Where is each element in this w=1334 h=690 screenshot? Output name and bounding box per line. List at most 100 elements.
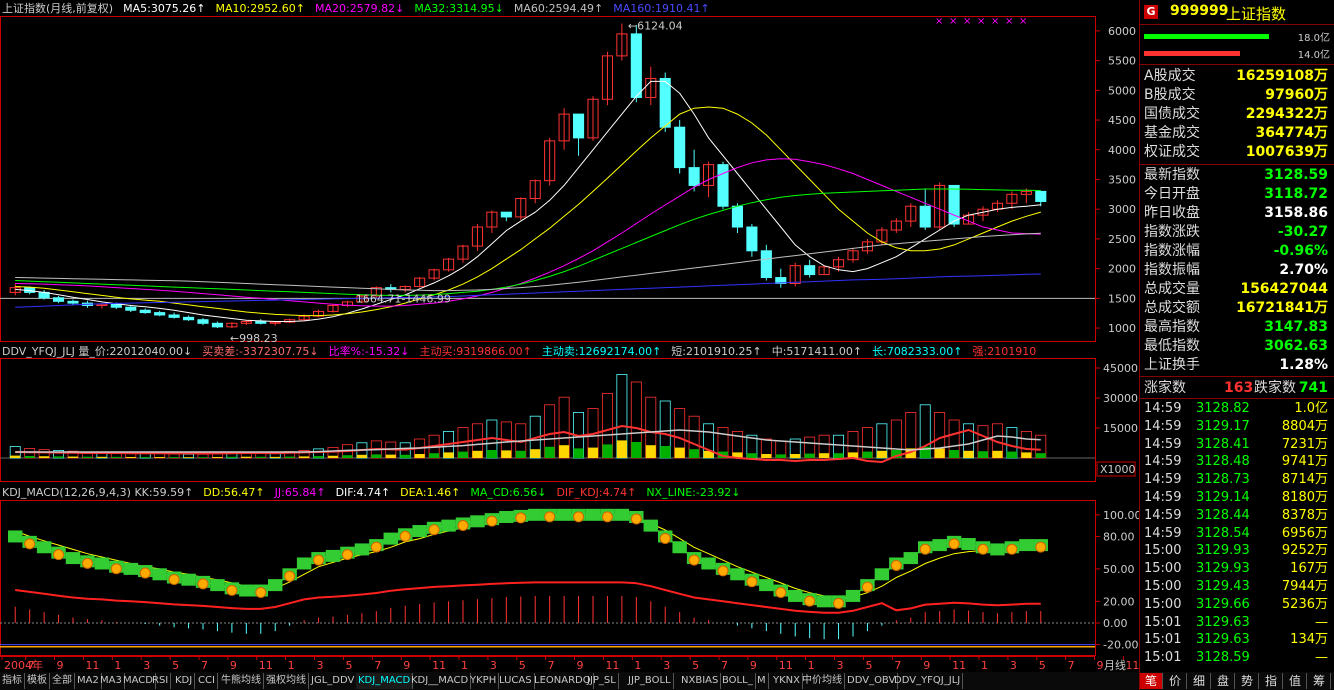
- header-field: DIF:4.74↑: [335, 486, 391, 499]
- time-label: 7: [721, 659, 728, 672]
- kdj-step: [528, 508, 543, 521]
- tab-24[interactable]: DDV_OBV: [845, 673, 899, 689]
- signal-coin: [81, 557, 93, 569]
- volume-bar: [559, 445, 570, 458]
- kdj-step: [296, 557, 312, 570]
- header-field: DEA:1.46↑: [400, 486, 461, 499]
- signal-coin: [255, 587, 267, 599]
- candle-up: [847, 250, 859, 261]
- tick-row[interactable]: 14:59 3128.54 6956万: [1142, 525, 1332, 543]
- signal-coin: [168, 574, 180, 586]
- tab-1[interactable]: 模板: [25, 673, 50, 689]
- turnover-value: 16259108万: [1236, 68, 1328, 84]
- volume-bar: [486, 450, 497, 458]
- stat-row: 总成交额 16721841万: [1142, 299, 1332, 318]
- quote-tab-5[interactable]: 指: [1260, 673, 1283, 689]
- signal-coin: [688, 554, 700, 566]
- tab-21[interactable]: M: [755, 673, 769, 689]
- tab-7[interactable]: KDJ: [173, 673, 196, 689]
- tab-22[interactable]: YKNX: [771, 673, 803, 689]
- quote-tab-4[interactable]: 势: [1236, 673, 1259, 689]
- tick-row[interactable]: 14:59 3128.48 9741万: [1142, 453, 1332, 471]
- signal-coin: [1006, 543, 1018, 555]
- tick-price: 3128.44: [1196, 507, 1250, 523]
- kdj-step: [672, 541, 687, 554]
- axis-tick-label: 15000: [1103, 422, 1138, 435]
- quote-tab-3[interactable]: 盘: [1212, 673, 1235, 689]
- tick-row[interactable]: 15:01 3128.59 —: [1142, 649, 1332, 667]
- tab-23[interactable]: 中价均线: [800, 673, 845, 689]
- advance-label: 涨家数: [1144, 380, 1186, 396]
- kdj-step: [585, 508, 601, 521]
- tab-19[interactable]: NXBIAS: [679, 673, 722, 689]
- stat-row: 最新指数 3128.59: [1142, 166, 1332, 185]
- volume-bar: [342, 455, 353, 458]
- kdj-macd-chart[interactable]: 100.00 80.00 50.00 20.00 0.00 -20.00: [0, 500, 1140, 656]
- quote-tab-2[interactable]: 细: [1188, 673, 1211, 689]
- time-label: 7: [201, 659, 208, 672]
- tick-row[interactable]: 15:01 3129.63 —: [1142, 614, 1332, 632]
- kdj-step: [412, 525, 427, 538]
- tab-20[interactable]: BOLL_: [720, 673, 756, 689]
- time-label: 3: [490, 659, 497, 672]
- quote-tab-1[interactable]: 价: [1164, 673, 1187, 689]
- candle-down: [674, 126, 686, 169]
- stat-value: 156427044: [1240, 281, 1328, 297]
- axis-tick-label: 3500: [1108, 173, 1136, 186]
- tab-14[interactable]: YKPH: [468, 673, 500, 689]
- header-field: 中:5171411.00↑: [771, 345, 863, 358]
- price-chart[interactable]: 6000 5500 5000 4500 4000 3500 3000 2500 2000 1500…: [0, 16, 1140, 342]
- tab-25[interactable]: DDV_YFQJ_JLJ: [892, 673, 964, 689]
- quote-tab-0[interactable]: 笔: [1140, 673, 1163, 689]
- tab-6[interactable]: RSI: [150, 673, 172, 689]
- quote-tab-6[interactable]: 值: [1284, 673, 1307, 689]
- tick-row[interactable]: 15:00 3129.43 7944万: [1142, 578, 1332, 596]
- turnover-row: 国债成交 2294322万: [1142, 105, 1332, 124]
- tab-8[interactable]: CCI: [196, 673, 218, 689]
- tick-time: 14:59: [1144, 472, 1182, 488]
- tab-10[interactable]: 强权均线: [264, 673, 309, 689]
- tab-2[interactable]: 全部: [50, 673, 75, 689]
- tick-price: 3129.14: [1196, 490, 1250, 505]
- tick-row[interactable]: 14:59 3129.14 8180万: [1142, 489, 1332, 507]
- quote-tab-7[interactable]: 筹: [1308, 673, 1331, 689]
- tab-9[interactable]: 牛熊均线: [219, 673, 264, 689]
- candle-down: [573, 113, 585, 139]
- turnover-value: 1007639万: [1245, 144, 1328, 160]
- kk-line: [15, 514, 1041, 602]
- tab-0[interactable]: 指标: [0, 673, 25, 689]
- tick-row[interactable]: 15:00 3129.66 5236万: [1142, 596, 1332, 614]
- tab-11[interactable]: JGL_DDV: [309, 673, 358, 689]
- stat-value: 3062.63: [1264, 338, 1328, 354]
- tick-row[interactable]: 15:01 3129.63 134万: [1142, 631, 1332, 649]
- tab-17[interactable]: JJP_SL: [585, 673, 619, 689]
- tick-row[interactable]: 14:59 3128.73 8714万: [1142, 471, 1332, 489]
- tab-13[interactable]: KDJ__MACD: [409, 673, 472, 689]
- tick-row[interactable]: 14:59 3128.41 7231万: [1142, 436, 1332, 454]
- time-label: 11: [605, 659, 619, 672]
- tick-row[interactable]: 14:59 3128.82 1.0亿: [1142, 400, 1332, 418]
- tab-18[interactable]: JJP_BOLL: [626, 673, 674, 689]
- tick-row[interactable]: 14:59 3129.17 8804万: [1142, 418, 1332, 436]
- signal-coin: [1035, 541, 1047, 553]
- kdj-step: [932, 539, 947, 552]
- volume-bar: [631, 442, 642, 458]
- signal-coin: [775, 587, 787, 599]
- candle-up: [890, 220, 902, 231]
- time-label: 11: [779, 659, 793, 672]
- stat-label: 指数涨幅: [1144, 243, 1200, 259]
- tick-row[interactable]: 15:00 3129.93 167万: [1142, 560, 1332, 578]
- header-field: JJ:65.84↑: [274, 486, 326, 499]
- panel-divider: [1139, 0, 1140, 690]
- tick-row[interactable]: 14:59 3128.44 8378万: [1142, 507, 1332, 525]
- tab-12[interactable]: KDJ_MACD: [356, 673, 414, 689]
- candle-down: [154, 312, 166, 316]
- candle-up: [616, 33, 628, 57]
- tick-volume: 9252万: [1281, 543, 1328, 559]
- volume-bar: [313, 456, 324, 458]
- signal-coin: [284, 570, 296, 582]
- tick-row[interactable]: 15:00 3129.93 9252万: [1142, 542, 1332, 560]
- signal-marker: ×: [977, 16, 985, 27]
- tab-15[interactable]: LUCAS: [497, 673, 535, 689]
- volume-chart[interactable]: 45000 30000 15000 X1000: [0, 358, 1140, 482]
